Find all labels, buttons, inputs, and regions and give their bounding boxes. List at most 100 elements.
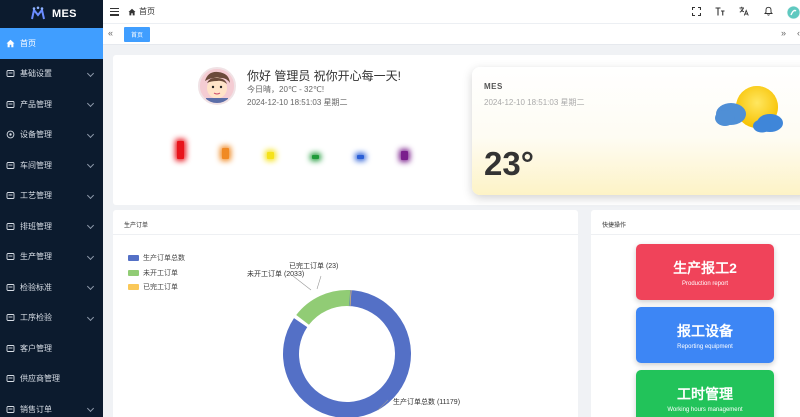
data-label-total: 生产订单总数 (11179) (393, 399, 461, 406)
quick-op-title: 生产报工2 (673, 259, 737, 276)
bell-icon[interactable] (763, 6, 773, 18)
app-root: MES 首页基础设置产品管理设备管理车间管理工艺管理排班管理 生产管理检验标准工序… (0, 0, 800, 417)
book-icon (6, 313, 15, 322)
sidebar-item-label: 设备管理 (20, 130, 52, 140)
sidebar-item-8[interactable]: 检验标准 (0, 272, 103, 303)
sidebar-item-10[interactable]: 客户管理 (0, 333, 103, 364)
tabs-scroll-right-icon[interactable]: » (781, 28, 786, 38)
tab-home[interactable]: 首页 (124, 27, 151, 42)
sidebar-item-label: 工序检验 (20, 313, 52, 323)
partly-cloudy-icon (715, 86, 783, 133)
weather-widget: MES 2024-12-10 18:51:03 星期二 23° (472, 67, 800, 195)
quick-op-title: 报工设备 (677, 322, 733, 339)
weather-widget-datetime: 2024-12-10 18:51:03 星期二 (484, 98, 585, 107)
sidebar-item-12[interactable]: 销售订单 (0, 394, 103, 417)
sidebar-item-label: 首页 (20, 38, 36, 48)
sidebar: MES 首页基础设置产品管理设备管理车间管理工艺管理排班管理 生产管理检验标准工序… (0, 0, 103, 417)
label-leader-line (316, 275, 322, 290)
order-icon (6, 405, 15, 414)
tabs-scroll-left-icon[interactable]: « (108, 28, 113, 38)
quick-ops-title: 快捷操作 (602, 223, 627, 229)
glow-bar (222, 148, 229, 159)
menu-toggle-icon[interactable] (110, 7, 119, 16)
chevron-down-icon (86, 160, 95, 169)
quick-op-button-2[interactable]: 工时管理 Working hours management (636, 370, 774, 417)
quick-op-button-0[interactable]: 生产报工2 Production report (636, 244, 774, 300)
document-icon (6, 191, 15, 200)
database-icon (6, 252, 15, 261)
chevron-down-icon (86, 252, 95, 260)
chevron-down-icon (86, 69, 95, 77)
sidebar-item-label: 检验标准 (20, 282, 52, 292)
datetime-text: 2024-12-10 18:51:03 星期二 (247, 98, 348, 107)
quick-op-subtitle: Production report (681, 280, 729, 287)
avatar[interactable] (787, 5, 800, 19)
sidebar-item-6[interactable]: 排班管理 (0, 211, 103, 242)
divider (591, 234, 800, 235)
chart-icon (6, 100, 15, 109)
breadcrumb[interactable]: 首页 (128, 6, 155, 17)
orders-donut-chart (283, 275, 411, 417)
list-icon (6, 222, 15, 231)
home-icon (128, 8, 136, 15)
sidebar-item-4[interactable]: 车间管理 (0, 150, 103, 181)
chevron-down-icon (86, 282, 95, 291)
sidebar-item-label: 车间管理 (20, 160, 52, 170)
settings-icon (6, 69, 15, 78)
weather-widget-title: MES (484, 82, 503, 91)
logo-text: MES (52, 8, 77, 20)
home-icon (6, 39, 15, 48)
workshop-icon (6, 161, 15, 170)
chevron-down-icon (86, 313, 95, 321)
weather-text: 今日晴，20℃ - 32℃! (247, 85, 325, 94)
sidebar-menu: 首页基础设置产品管理设备管理车间管理工艺管理排班管理 生产管理检验标准工序检验客户… (0, 28, 103, 417)
quick-op-button-1[interactable]: 报工设备 Reporting equipment (636, 307, 774, 363)
sidebar-item-label: 销售订单 (20, 404, 52, 414)
glow-bar (177, 141, 184, 159)
sidebar-item-label: 工艺管理 (20, 191, 52, 201)
user-avatar (198, 67, 236, 105)
breadcrumb-home: 首页 (139, 7, 155, 16)
orders-card: 生产订单 生产订单总数 未开工订单 已完工订单 已完工订单 (23) 未开工订单 (… (113, 210, 578, 417)
header-actions (691, 0, 800, 24)
circle-icon (6, 130, 15, 139)
sidebar-item-11[interactable]: 供应商管理 (0, 364, 103, 395)
supplier-icon (6, 374, 15, 383)
quick-ops-card: 快捷操作 生产报工2 Production report 报工设备 Reporting… (591, 210, 800, 417)
chevron-down-icon (86, 99, 95, 108)
fullscreen-icon[interactable] (691, 6, 701, 18)
sidebar-item-5[interactable]: 工艺管理 (0, 181, 103, 212)
chevron-down-icon (86, 404, 95, 413)
quick-op-subtitle: Reporting equipment (677, 343, 733, 350)
chevron-down-icon (86, 221, 95, 230)
sidebar-item-2[interactable]: 产品管理 (0, 89, 103, 120)
sidebar-item-7[interactable]: 生产管理 (0, 242, 103, 273)
quick-op-title: 工时管理 (677, 385, 733, 402)
quick-op-subtitle: Working hours management (667, 406, 743, 413)
sidebar-item-label: 基础设置 (20, 69, 52, 79)
monitor-icon (6, 283, 15, 292)
top-header: 首页 (103, 0, 800, 24)
weather-temperature: 23° (484, 145, 534, 182)
glow-bar (357, 155, 364, 159)
donut-slice-1[interactable] (296, 290, 351, 325)
glow-bar (267, 152, 274, 159)
tabs-bar: « 首页 » ‹ (103, 24, 800, 45)
sidebar-item-label: 产品管理 (20, 99, 52, 109)
logo-icon (30, 6, 46, 22)
chevron-down-icon (86, 130, 95, 138)
sidebar-item-label: 供应商管理 (20, 374, 60, 384)
sidebar-item-label: 客户管理 (20, 343, 52, 353)
sidebar-item-9[interactable]: 工序检验 (0, 303, 103, 334)
translate-icon[interactable] (739, 6, 749, 18)
glow-bar (401, 151, 408, 160)
greeting-text: 你好 管理员 祝你开心每一天! (247, 69, 402, 83)
customer-icon (6, 344, 15, 353)
font-size-icon[interactable] (715, 6, 725, 18)
sidebar-item-3[interactable]: 设备管理 (0, 120, 103, 151)
logo[interactable]: MES (0, 0, 103, 28)
sidebar-item-0[interactable]: 首页 (0, 28, 103, 59)
sidebar-item-1[interactable]: 基础设置 (0, 59, 103, 90)
glow-bar (312, 155, 319, 159)
data-label-unstarted: 未开工订单 (2033) (247, 271, 305, 278)
